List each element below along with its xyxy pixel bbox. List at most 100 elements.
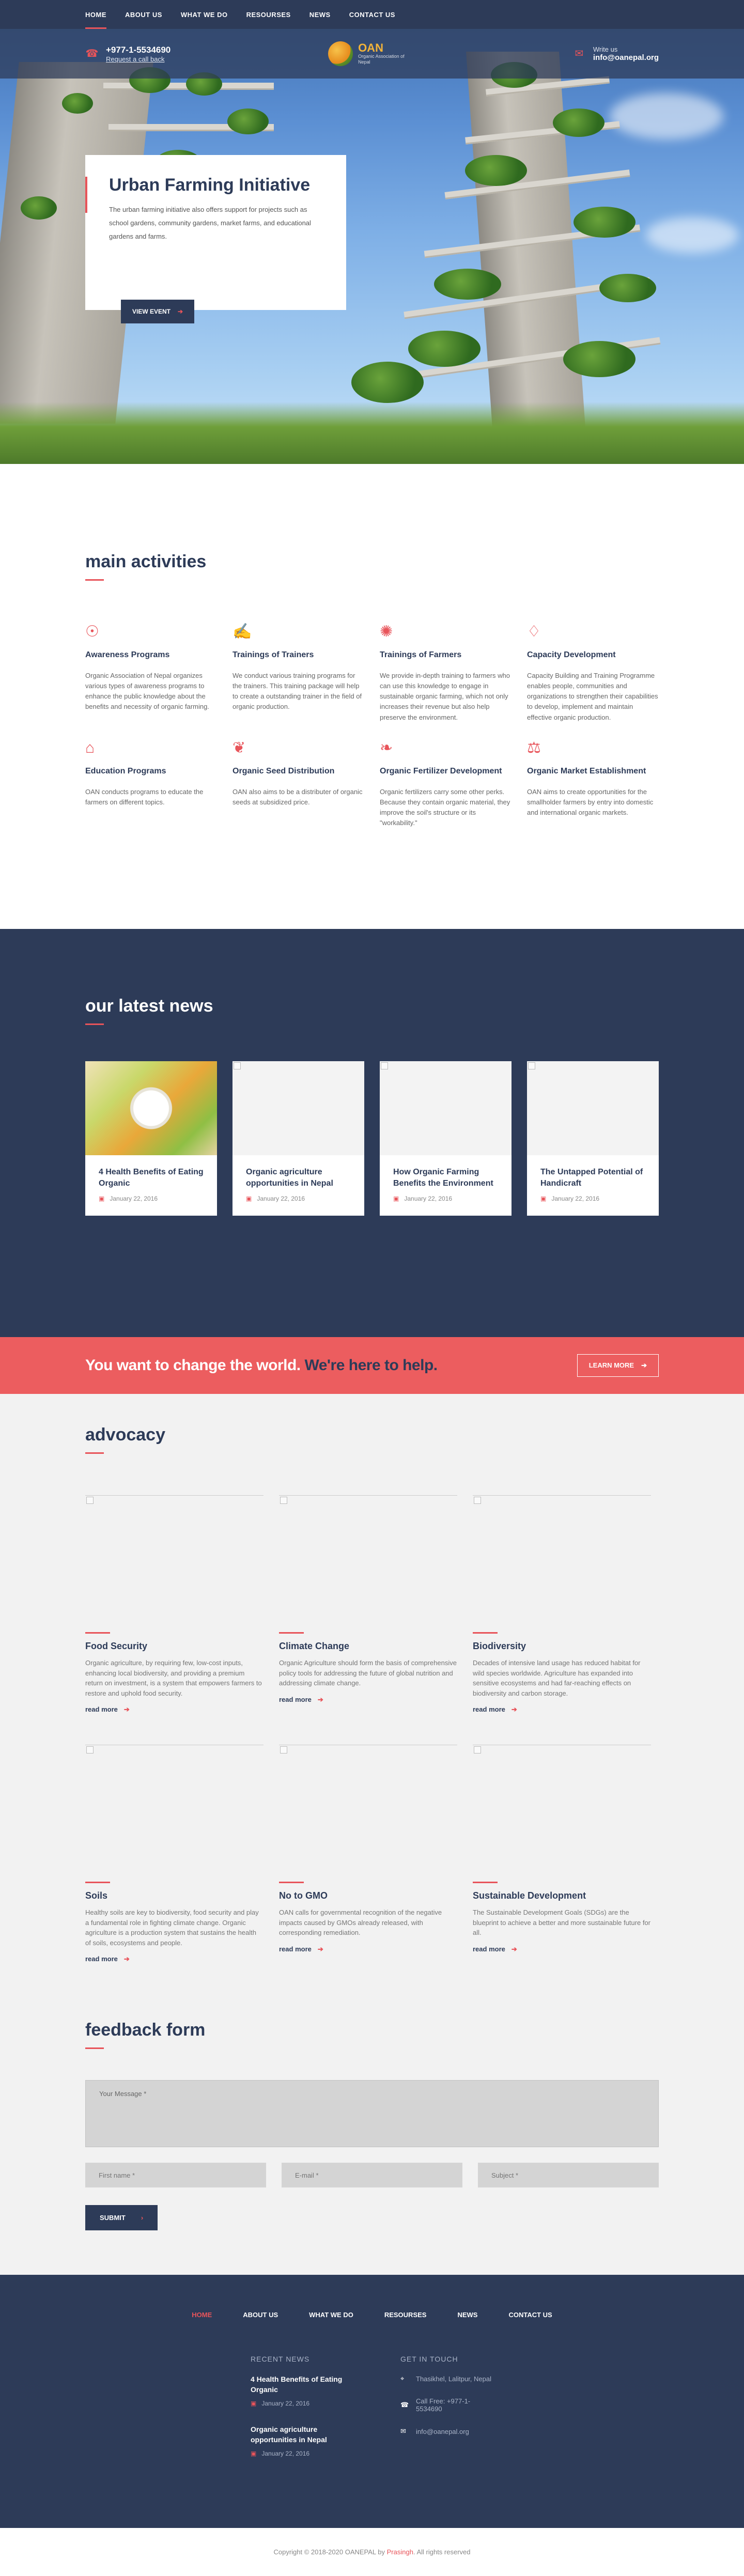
news-image-broken[interactable] (380, 1061, 512, 1155)
news-card-title[interactable]: How Organic Farming Benefits the Environ… (393, 1167, 498, 1190)
footer-nav-what-we-do[interactable]: WHAT WE DO (309, 2311, 353, 2319)
news-card[interactable]: 4 Health Benefits of Eating Organic ▣ Jan… (85, 1061, 217, 1216)
phone-number[interactable]: +977-1-5534690 (106, 45, 171, 55)
submit-button[interactable]: SUBMIT › (85, 2205, 158, 2230)
nav-home[interactable]: HOME (85, 0, 106, 29)
news-card-title[interactable]: The Untapped Potential of Handicraft (540, 1167, 645, 1190)
news-image[interactable] (85, 1061, 217, 1155)
calendar-icon: ▣ (251, 2400, 257, 2408)
read-more-link[interactable]: read more ➔ (85, 1705, 264, 1714)
news-card[interactable]: Organic agriculture opportunities in Nep… (233, 1061, 364, 1216)
activity-title[interactable]: Capacity Development (527, 649, 659, 661)
first-name-input[interactable] (85, 2163, 266, 2187)
read-more-link[interactable]: read more ➔ (279, 1696, 457, 1704)
site-logo[interactable]: OAN Organic Association of Nepal (328, 41, 415, 66)
activity-item: ♢ Capacity Development Capacity Building… (527, 622, 659, 723)
read-more-link[interactable]: read more ➔ (473, 1705, 651, 1714)
broken-image-icon (86, 1497, 94, 1504)
footer-nav-about-us[interactable]: ABOUT US (243, 2311, 278, 2319)
view-event-button[interactable]: VIEW EVENT ➔ (121, 300, 195, 323)
phone-block: ☎ +977-1-5534690 Request a call back (85, 45, 171, 63)
learn-more-button[interactable]: LEARN MORE ➔ (577, 1354, 659, 1377)
advocacy-item-title[interactable]: Climate Change (279, 1641, 457, 1652)
message-textarea[interactable]: Your Message * (85, 2080, 659, 2147)
news-card-title[interactable]: 4 Health Benefits of Eating Organic (99, 1167, 204, 1190)
header-email[interactable]: info@oanepal.org (593, 53, 659, 62)
footer-email[interactable]: ✉ info@oanepal.org (400, 2427, 493, 2435)
phone-icon: ☎ (85, 48, 99, 59)
footer-address-text: Thasikhel, Lalitpur, Nepal (416, 2375, 491, 2383)
news-card-title[interactable]: Organic agriculture opportunities in Nep… (246, 1167, 351, 1190)
read-more-link[interactable]: read more ➔ (473, 1945, 651, 1953)
email-input[interactable] (282, 2163, 462, 2187)
read-more-link[interactable]: read more ➔ (85, 1955, 264, 1963)
activity-title[interactable]: Trainings of Farmers (380, 649, 512, 661)
advocacy-item-title[interactable]: Soils (85, 1890, 264, 1901)
request-callback-link[interactable]: Request a call back (106, 55, 171, 63)
footer-nav-news[interactable]: NEWS (457, 2311, 477, 2319)
activity-text: OAN also aims to be a distributer of org… (233, 787, 363, 806)
activity-title[interactable]: Trainings of Trainers (233, 649, 364, 661)
activity-title[interactable]: Organic Market Establishment (527, 765, 659, 778)
title-underline (85, 2047, 104, 2049)
advocacy-image-broken[interactable] (473, 1495, 651, 1622)
footer-phone[interactable]: ☎ Call Free: +977-1-5534690 (400, 2397, 493, 2413)
read-more-label: read more (473, 1705, 505, 1713)
logo-text: OAN (358, 41, 383, 55)
calendar-icon: ▣ (540, 1194, 547, 1202)
news-card[interactable]: The Untapped Potential of Handicraft ▣ Ja… (527, 1061, 659, 1216)
activity-item: ✺ Trainings of Farmers We provide in-dep… (380, 622, 512, 723)
broken-image-icon (280, 1746, 287, 1753)
advocacy-title: advocacy (85, 1425, 165, 1445)
footer-nav-resources[interactable]: RESOURSES (384, 2311, 427, 2319)
nav-what-we-do[interactable]: WHAT WE DO (181, 0, 228, 29)
activity-item: ☉ Awareness Programs Organic Association… (85, 622, 217, 723)
advocacy-item-title[interactable]: Biodiversity (473, 1641, 651, 1652)
advocacy-item-title[interactable]: No to GMO (279, 1890, 457, 1901)
advocacy-image-broken[interactable] (473, 1745, 651, 1871)
read-more-label: read more (473, 1945, 505, 1953)
advocacy-image-broken[interactable] (279, 1745, 457, 1871)
activity-title[interactable]: Education Programs (85, 765, 217, 778)
advocacy-item-title[interactable]: Food Security (85, 1641, 264, 1652)
nav-news[interactable]: NEWS (309, 0, 331, 29)
arrow-right-icon: ➔ (511, 1705, 517, 1713)
advocacy-item: Food Security Organic agriculture, by re… (85, 1495, 264, 1714)
nav-resources[interactable]: RESOURSES (246, 0, 291, 29)
news-image-broken[interactable] (233, 1061, 364, 1155)
footer-recent-news: RECENT NEWS 4 Health Benefits of Eating … (251, 2355, 344, 2475)
calendar-icon: ▣ (393, 1194, 399, 1202)
nav-contact-us[interactable]: CONTACT US (349, 0, 395, 29)
broken-image-icon (474, 1497, 481, 1504)
footer-news-title[interactable]: Organic agriculture opportunities in Nep… (251, 2425, 344, 2445)
chevron-right-icon: › (141, 2214, 144, 2222)
activity-title[interactable]: Organic Seed Distribution (233, 765, 364, 778)
broken-image-icon (381, 1062, 388, 1069)
activity-title[interactable]: Organic Fertilizer Development (380, 765, 512, 778)
email-block: ✉ Write us info@oanepal.org (572, 45, 659, 62)
subject-input[interactable] (478, 2163, 659, 2187)
top-navigation: HOME ABOUT US WHAT WE DO RESOURSES NEWS … (0, 0, 744, 29)
news-image-broken[interactable] (527, 1061, 659, 1155)
advocacy-item-title[interactable]: Sustainable Development (473, 1890, 651, 1901)
farmers-icon: ✺ (380, 623, 393, 640)
advocacy-image-broken[interactable] (85, 1745, 264, 1871)
advocacy-image-broken[interactable] (279, 1495, 457, 1622)
footer-nav-home[interactable]: HOME (192, 2311, 212, 2319)
copyright-brand-link[interactable]: Prasingh (387, 2548, 413, 2556)
nav-about-us[interactable]: ABOUT US (125, 0, 162, 29)
copyright-prefix: Copyright © 2018-2020 OANEPAL by (273, 2548, 385, 2556)
footer-news-title[interactable]: 4 Health Benefits of Eating Organic (251, 2375, 344, 2395)
read-more-link[interactable]: read more ➔ (279, 1945, 457, 1953)
advocacy-image-broken[interactable] (85, 1495, 264, 1622)
advocacy-item: Soils Healthy soils are key to biodivers… (85, 1745, 264, 1963)
advocacy-accent-line (473, 1632, 498, 1634)
activity-title[interactable]: Awareness Programs (85, 649, 217, 661)
news-date: ▣ January 22, 2016 (393, 1195, 498, 1202)
news-card[interactable]: How Organic Farming Benefits the Environ… (380, 1061, 512, 1216)
logo-subtitle: Organic Association of Nepal (358, 54, 405, 65)
footer-phone-text: Call Free: +977-1-5534690 (416, 2397, 471, 2413)
hero-card: Urban Farming Initiative The urban farmi… (85, 155, 346, 323)
read-more-label: read more (85, 1955, 118, 1963)
footer-nav-contact-us[interactable]: CONTACT US (508, 2311, 552, 2319)
